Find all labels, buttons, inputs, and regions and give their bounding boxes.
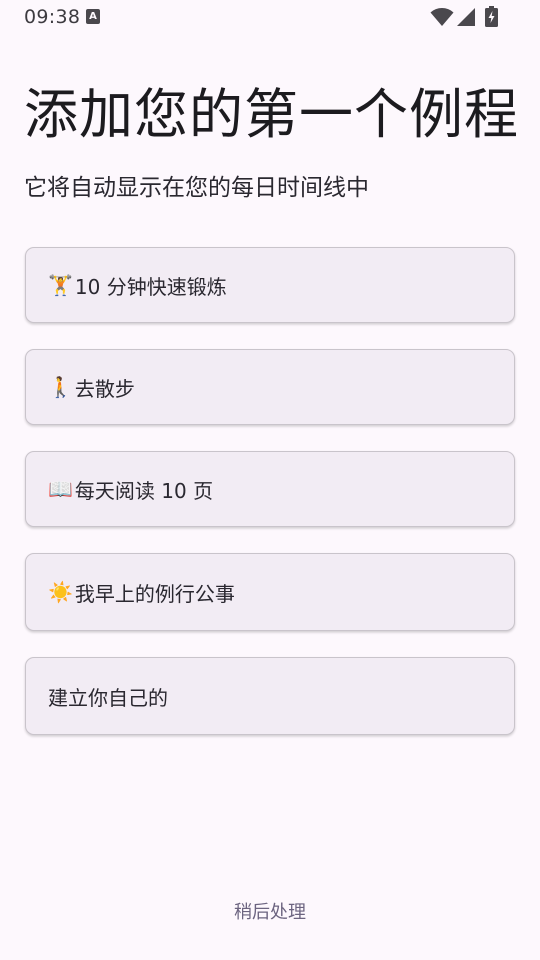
routine-options-list: 🏋 10 分钟快速锻炼 🚶 去散步 📖 每天阅读 10 页 ☀️ 我早上的例行公… — [25, 247, 515, 761]
do-later-button[interactable]: 稍后处理 — [0, 898, 540, 924]
signal-icon — [457, 8, 475, 26]
option-label: 去散步 — [74, 376, 135, 401]
option-morning-routine[interactable]: ☀️ 我早上的例行公事 — [25, 553, 515, 631]
sun-icon: ☀️ — [48, 580, 73, 604]
option-quick-workout[interactable]: 🏋 10 分钟快速锻炼 — [25, 247, 515, 323]
status-time: 09:38 — [24, 6, 81, 28]
page-subtitle: 它将自动显示在您的每日时间线中 — [24, 175, 369, 201]
battery-icon — [485, 6, 498, 27]
option-build-your-own[interactable]: 建立你自己的 — [25, 657, 515, 735]
option-label: 我早上的例行公事 — [74, 581, 235, 606]
status-bar: 09:38 A — [0, 0, 540, 34]
option-take-walk[interactable]: 🚶 去散步 — [25, 349, 515, 425]
option-label: 10 分钟快速锻炼 — [74, 274, 227, 299]
option-label: 每天阅读 10 页 — [74, 478, 214, 503]
page-title: 添加您的第一个例程 — [24, 83, 519, 146]
weightlifter-icon: 🏋 — [48, 273, 73, 297]
notification-icon: A — [86, 9, 100, 24]
wifi-icon — [430, 8, 454, 26]
option-read-pages[interactable]: 📖 每天阅读 10 页 — [25, 451, 515, 527]
walking-person-icon: 🚶 — [48, 375, 73, 399]
open-book-icon: 📖 — [48, 477, 73, 501]
option-label: 建立你自己的 — [48, 685, 168, 710]
